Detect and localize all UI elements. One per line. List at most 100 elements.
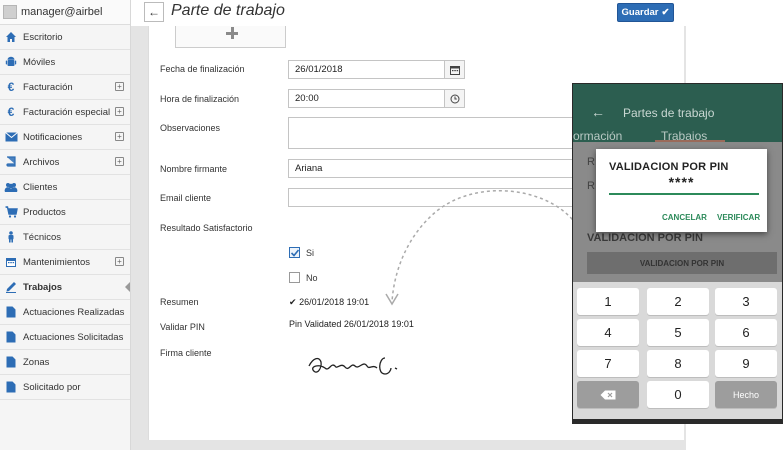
clock-icon[interactable]: [444, 90, 464, 107]
no-checkbox[interactable]: [289, 272, 300, 283]
save-button[interactable]: Guardar ✔: [617, 3, 674, 22]
hora-value: 20:00: [295, 93, 319, 104]
key-backspace[interactable]: [577, 381, 639, 408]
sidebar: manager@airbel Escritorio Móviles € Fact…: [0, 0, 131, 450]
key-5[interactable]: 5: [647, 319, 709, 346]
expand-icon[interactable]: +: [115, 82, 124, 91]
hora-label: Hora de finalización: [160, 94, 240, 104]
resumen-label: Resumen: [160, 297, 199, 307]
sidebar-item-label: Clientes: [23, 181, 58, 193]
sidebar-item-facturacion-especial[interactable]: € Facturación especial +: [0, 100, 130, 125]
check-icon: [290, 249, 300, 257]
sidebar-item-label: Archivos: [23, 156, 60, 168]
user-name: manager@airbel: [21, 6, 103, 18]
sidebar-item-label: Solicitado por: [23, 381, 81, 393]
phone-mockup: ← Partes de trabajo ormación Trabajos R …: [572, 83, 783, 420]
arrow-left-icon[interactable]: ←: [591, 104, 605, 120]
expand-icon[interactable]: +: [115, 132, 124, 141]
document-icon: [4, 380, 18, 394]
key-8[interactable]: 8: [647, 350, 709, 377]
key-9[interactable]: 9: [715, 350, 777, 377]
hora-input[interactable]: 20:00: [288, 89, 465, 108]
calendar-icon[interactable]: [444, 61, 464, 78]
resultado-label: Resultado Satisfactorio: [160, 223, 253, 233]
document-icon: [4, 305, 18, 319]
calendar-icon: [4, 255, 18, 269]
document-icon: [4, 355, 18, 369]
sidebar-item-label: Actuaciones Realizadas: [23, 306, 125, 318]
sidebar-item-label: Mantenimientos: [23, 256, 91, 268]
verify-button[interactable]: VERIFICAR: [717, 213, 760, 222]
pen-icon: [4, 280, 18, 294]
check-icon: ✔: [661, 7, 670, 18]
fecha-input[interactable]: 26/01/2018: [288, 60, 465, 79]
sidebar-item-archivos[interactable]: Archivos +: [0, 150, 130, 175]
sidebar-item-mantenimientos[interactable]: Mantenimientos +: [0, 250, 130, 275]
key-7[interactable]: 7: [577, 350, 639, 377]
sidebar-item-label: Notificaciones: [23, 131, 83, 143]
pin-label: Validar PIN: [160, 322, 205, 332]
si-checkbox[interactable]: [289, 247, 300, 258]
sidebar-item-solicitado-por[interactable]: Solicitado por: [0, 375, 130, 400]
add-photo-button[interactable]: [175, 26, 286, 48]
phone-validacion-label: VALIDACION POR PIN: [587, 232, 703, 244]
avatar: [3, 5, 17, 19]
dialog-title: VALIDACION POR PIN: [609, 161, 729, 173]
cancel-button[interactable]: CANCELAR: [662, 213, 707, 222]
observaciones-input[interactable]: [288, 117, 580, 149]
key-done[interactable]: Hecho: [715, 381, 777, 408]
observaciones-label: Observaciones: [160, 123, 221, 133]
sidebar-item-label: Actuaciones Solicitadas: [23, 331, 124, 343]
android-icon: [4, 55, 18, 69]
phone-bottom-edge: [572, 420, 783, 424]
firmante-input[interactable]: Ariana: [288, 159, 580, 178]
key-0[interactable]: 0: [647, 381, 709, 408]
expand-icon[interactable]: +: [115, 257, 124, 266]
document-icon: [4, 330, 18, 344]
sidebar-item-facturacion[interactable]: € Facturación +: [0, 75, 130, 100]
firmante-label: Nombre firmante: [160, 164, 228, 174]
fecha-value: 26/01/2018: [295, 64, 343, 75]
si-label: Si: [306, 248, 315, 258]
key-2[interactable]: 2: [647, 288, 709, 315]
phone-validacion-button[interactable]: VALIDACION POR PIN: [587, 252, 777, 274]
sidebar-item-zonas[interactable]: Zonas: [0, 350, 130, 375]
key-3[interactable]: 3: [715, 288, 777, 315]
back-button[interactable]: ←: [144, 2, 164, 22]
users-icon: [4, 180, 18, 194]
sidebar-item-notificaciones[interactable]: Notificaciones +: [0, 125, 130, 150]
user-menu[interactable]: manager@airbel: [0, 0, 130, 25]
key-6[interactable]: 6: [715, 319, 777, 346]
tab-informacion[interactable]: ormación: [573, 129, 622, 143]
sidebar-item-escritorio[interactable]: Escritorio: [0, 25, 130, 50]
sidebar-item-productos[interactable]: Productos: [0, 200, 130, 225]
person-icon: [4, 230, 18, 244]
pin-underline: [609, 193, 759, 195]
phone-row: R: [587, 180, 595, 192]
sidebar-item-label: Técnicos: [23, 231, 62, 243]
sidebar-item-label: Productos: [23, 206, 66, 218]
expand-icon[interactable]: +: [115, 107, 124, 116]
sidebar-item-actuaciones-realizadas[interactable]: Actuaciones Realizadas: [0, 300, 130, 325]
key-4[interactable]: 4: [577, 319, 639, 346]
sidebar-item-trabajos[interactable]: Trabajos: [0, 275, 130, 300]
sidebar-item-tecnicos[interactable]: Técnicos: [0, 225, 130, 250]
backspace-icon: [600, 390, 616, 399]
sidebar-item-label: Facturación: [23, 81, 73, 93]
resumen-value-row: ✔ 26/01/2018 19:01: [289, 297, 369, 308]
active-caret: [125, 282, 130, 292]
no-label: No: [306, 273, 318, 283]
expand-icon[interactable]: +: [115, 157, 124, 166]
envelope-icon: [4, 130, 18, 144]
book-icon: [4, 155, 18, 169]
dashed-arrow: [385, 190, 577, 306]
pin-input[interactable]: ****: [596, 174, 767, 190]
firmante-value: Ariana: [295, 163, 323, 174]
sidebar-item-moviles[interactable]: Móviles: [0, 50, 130, 75]
key-1[interactable]: 1: [577, 288, 639, 315]
cart-icon: [4, 205, 18, 219]
sidebar-item-actuaciones-solicitadas[interactable]: Actuaciones Solicitadas: [0, 325, 130, 350]
phone-title: Partes de trabajo: [623, 106, 715, 120]
plus-icon: [226, 27, 238, 39]
sidebar-item-clientes[interactable]: Clientes: [0, 175, 130, 200]
